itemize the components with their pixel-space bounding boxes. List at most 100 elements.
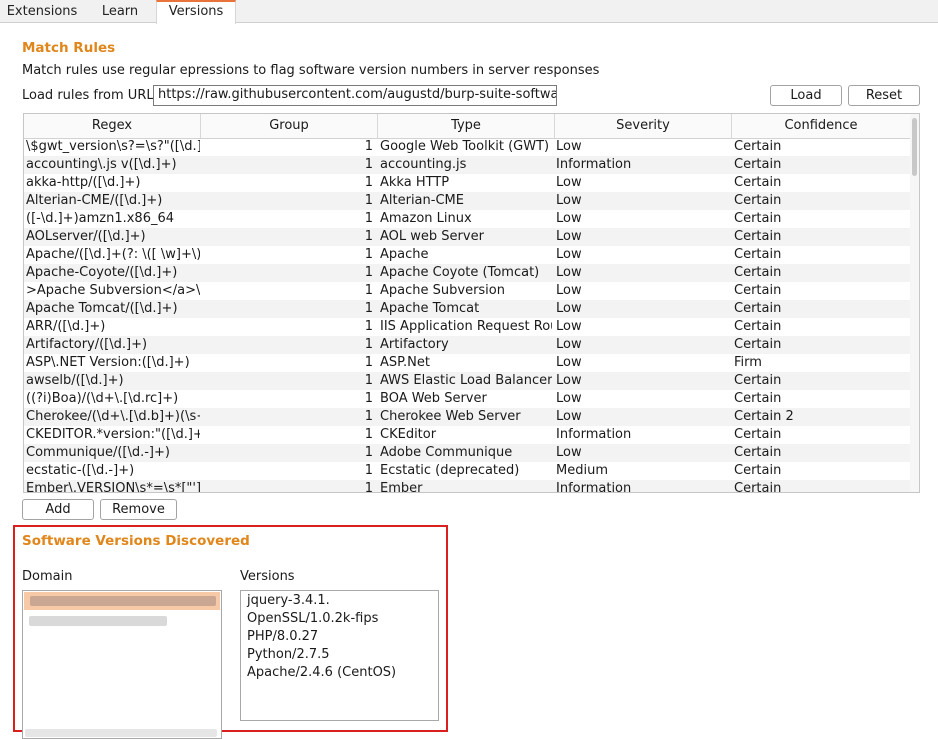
cell-severity: Low bbox=[556, 355, 582, 370]
column-header-severity[interactable]: Severity bbox=[555, 114, 732, 138]
cell-confidence: Certain bbox=[734, 247, 782, 262]
table-row[interactable]: Ember\.VERSION\s*=\s*["']... 1 Ember Inform… bbox=[24, 480, 910, 493]
cell-group: 1 bbox=[364, 247, 373, 262]
cell-regex: AOLserver/([\d.]+) bbox=[26, 229, 146, 244]
table-row[interactable]: ((?i)Boa)/(\d+\.[\d.rc]+) 1 BOA Web Server… bbox=[24, 390, 910, 408]
table-row[interactable]: \$gwt_version\s?=\s?"([\d.]+... 1 Google W… bbox=[24, 138, 910, 156]
cell-type: Apache Coyote (Tomcat) bbox=[380, 265, 540, 280]
cell-severity: Low bbox=[556, 265, 582, 280]
tab-versions[interactable]: Versions bbox=[156, 0, 236, 24]
cell-group: 1 bbox=[364, 463, 373, 478]
cell-severity: Low bbox=[556, 301, 582, 316]
cell-group: 1 bbox=[364, 391, 373, 406]
cell-regex: Ember\.VERSION\s*=\s*["']... bbox=[26, 481, 200, 493]
add-button[interactable]: Add bbox=[22, 499, 94, 520]
cell-regex: ecstatic-([\d.-]+) bbox=[26, 463, 135, 478]
redacted-domain[interactable] bbox=[29, 616, 167, 626]
column-header-confidence[interactable]: Confidence bbox=[732, 114, 910, 138]
cell-regex: accounting\.js v([\d.]+) bbox=[26, 157, 177, 172]
cell-group: 1 bbox=[364, 373, 373, 388]
table-row[interactable]: Artifactory/([\d.]+) 1 Artifactory Low Certa… bbox=[24, 336, 910, 354]
cell-group: 1 bbox=[364, 409, 373, 424]
load-button[interactable]: Load bbox=[770, 85, 842, 106]
cell-regex: Communique/([\d.-]+) bbox=[26, 445, 170, 460]
cell-confidence: Certain bbox=[734, 463, 782, 478]
cell-type: AOL web Server bbox=[380, 229, 484, 244]
table-row[interactable]: AOLserver/([\d.]+) 1 AOL web Server Low Cert… bbox=[24, 228, 910, 246]
version-item: OpenSSL/1.0.2k-fips bbox=[247, 611, 379, 626]
table-row[interactable]: Communique/([\d.-]+) 1 Adobe Communique Low… bbox=[24, 444, 910, 462]
domain-label: Domain bbox=[22, 569, 73, 584]
version-item: Apache/2.4.6 (CentOS) bbox=[247, 665, 397, 680]
table-row[interactable]: ecstatic-([\d.-]+) 1 Ecstatic (deprecated)… bbox=[24, 462, 910, 480]
table-row[interactable]: Apache-Coyote/([\d.]+) 1 Apache Coyote (To… bbox=[24, 264, 910, 282]
remove-button[interactable]: Remove bbox=[100, 499, 177, 520]
cell-confidence: Certain bbox=[734, 319, 782, 334]
cell-type: Google Web Toolkit (GWT) bbox=[380, 139, 550, 154]
table-row[interactable]: CKEDITOR.*version:"([\d.]+)" 1 CKEditor Inf… bbox=[24, 426, 910, 444]
scrollbar-thumb[interactable] bbox=[912, 118, 917, 176]
cell-regex: Apache-Coyote/([\d.]+) bbox=[26, 265, 178, 280]
column-header-type[interactable]: Type bbox=[378, 114, 555, 138]
cell-confidence: Certain 2 bbox=[734, 409, 794, 424]
column-header-regex[interactable]: Regex bbox=[24, 114, 201, 138]
cell-type: accounting.js bbox=[380, 157, 467, 172]
table-row[interactable]: akka-http/([\d.]+) 1 Akka HTTP Low Certain bbox=[24, 174, 910, 192]
cell-type: Alterian-CME bbox=[380, 193, 464, 208]
table-row[interactable]: Apache Tomcat/([\d.]+) 1 Apache Tomcat Low C… bbox=[24, 300, 910, 318]
cell-regex: ARR/([\d.]+) bbox=[26, 319, 106, 334]
domain-list[interactable] bbox=[22, 590, 222, 739]
reset-button[interactable]: Reset bbox=[848, 85, 920, 106]
cell-regex: >Apache Subversion</a>\s+... bbox=[26, 283, 200, 298]
cell-confidence: Certain bbox=[734, 301, 782, 316]
table-row[interactable]: Alterian-CME/([\d.]+) 1 Alterian-CME Low Cer… bbox=[24, 192, 910, 210]
tab-learn[interactable]: Learn bbox=[84, 0, 156, 23]
domain-list-scrollbar[interactable] bbox=[25, 729, 217, 737]
cell-severity: Low bbox=[556, 319, 582, 334]
cell-regex: Alterian-CME/([\d.]+) bbox=[26, 193, 163, 208]
table-row[interactable]: >Apache Subversion</a>\s+... 1 Apache Subv… bbox=[24, 282, 910, 300]
cell-group: 1 bbox=[364, 337, 373, 352]
cell-group: 1 bbox=[364, 283, 373, 298]
cell-severity: Low bbox=[556, 193, 582, 208]
version-item: PHP/8.0.27 bbox=[247, 629, 319, 644]
cell-type: AWS Elastic Load Balancer bbox=[380, 373, 552, 388]
cell-type: ASP.Net bbox=[380, 355, 430, 370]
table-row[interactable]: Cherokee/(\d+\.[\d.b]+)(\s+\(... 1 Cheroke… bbox=[24, 408, 910, 426]
cell-regex: akka-http/([\d.]+) bbox=[26, 175, 141, 190]
version-item: jquery-3.4.1. bbox=[247, 593, 330, 608]
table-row[interactable]: accounting\.js v([\d.]+) 1 accounting.js In… bbox=[24, 156, 910, 174]
cell-type: Ecstatic (deprecated) bbox=[380, 463, 520, 478]
domain-list-item-selected[interactable] bbox=[24, 592, 220, 610]
cell-group: 1 bbox=[364, 301, 373, 316]
cell-severity: Low bbox=[556, 175, 582, 190]
table-row[interactable]: ([-\d.]+)amzn1.x86_64 1 Amazon Linux Low Cer… bbox=[24, 210, 910, 228]
cell-severity: Low bbox=[556, 373, 582, 388]
cell-regex: ((?i)Boa)/(\d+\.[\d.rc]+) bbox=[26, 391, 179, 406]
table-row[interactable]: ARR/([\d.]+) 1 IIS Application Request Rou… bbox=[24, 318, 910, 336]
cell-group: 1 bbox=[364, 157, 373, 172]
cell-confidence: Firm bbox=[734, 355, 762, 370]
cell-severity: Low bbox=[556, 283, 582, 298]
cell-severity: Information bbox=[556, 481, 632, 493]
cell-confidence: Certain bbox=[734, 157, 782, 172]
cell-group: 1 bbox=[364, 193, 373, 208]
column-header-group[interactable]: Group bbox=[201, 114, 378, 138]
cell-type: BOA Web Server bbox=[380, 391, 487, 406]
table-header: Regex Group Type Severity Confidence bbox=[24, 114, 910, 139]
cell-group: 1 bbox=[364, 211, 373, 226]
table-scrollbar[interactable] bbox=[910, 114, 919, 492]
cell-severity: Low bbox=[556, 391, 582, 406]
table-row[interactable]: awselb/([\d.]+) 1 AWS Elastic Load Balance… bbox=[24, 372, 910, 390]
url-label: Load rules from URL: bbox=[22, 88, 158, 103]
cell-regex: ([-\d.]+)amzn1.x86_64 bbox=[26, 211, 175, 226]
cell-type: IIS Application Request Rout... bbox=[380, 319, 552, 334]
table-row[interactable]: ASP\.NET Version:([\d.]+) 1 ASP.Net Low Firm bbox=[24, 354, 910, 372]
rules-url-input[interactable]: https://raw.githubusercontent.com/august… bbox=[153, 85, 557, 106]
tab-extensions[interactable]: Extensions bbox=[0, 0, 84, 23]
cell-confidence: Certain bbox=[734, 193, 782, 208]
cell-group: 1 bbox=[364, 355, 373, 370]
cell-severity: Low bbox=[556, 139, 582, 154]
table-row[interactable]: Apache/([\d.]+(?: \([ \w]+\))?) 1 Apache Lo… bbox=[24, 246, 910, 264]
version-item: Python/2.7.5 bbox=[247, 647, 330, 662]
